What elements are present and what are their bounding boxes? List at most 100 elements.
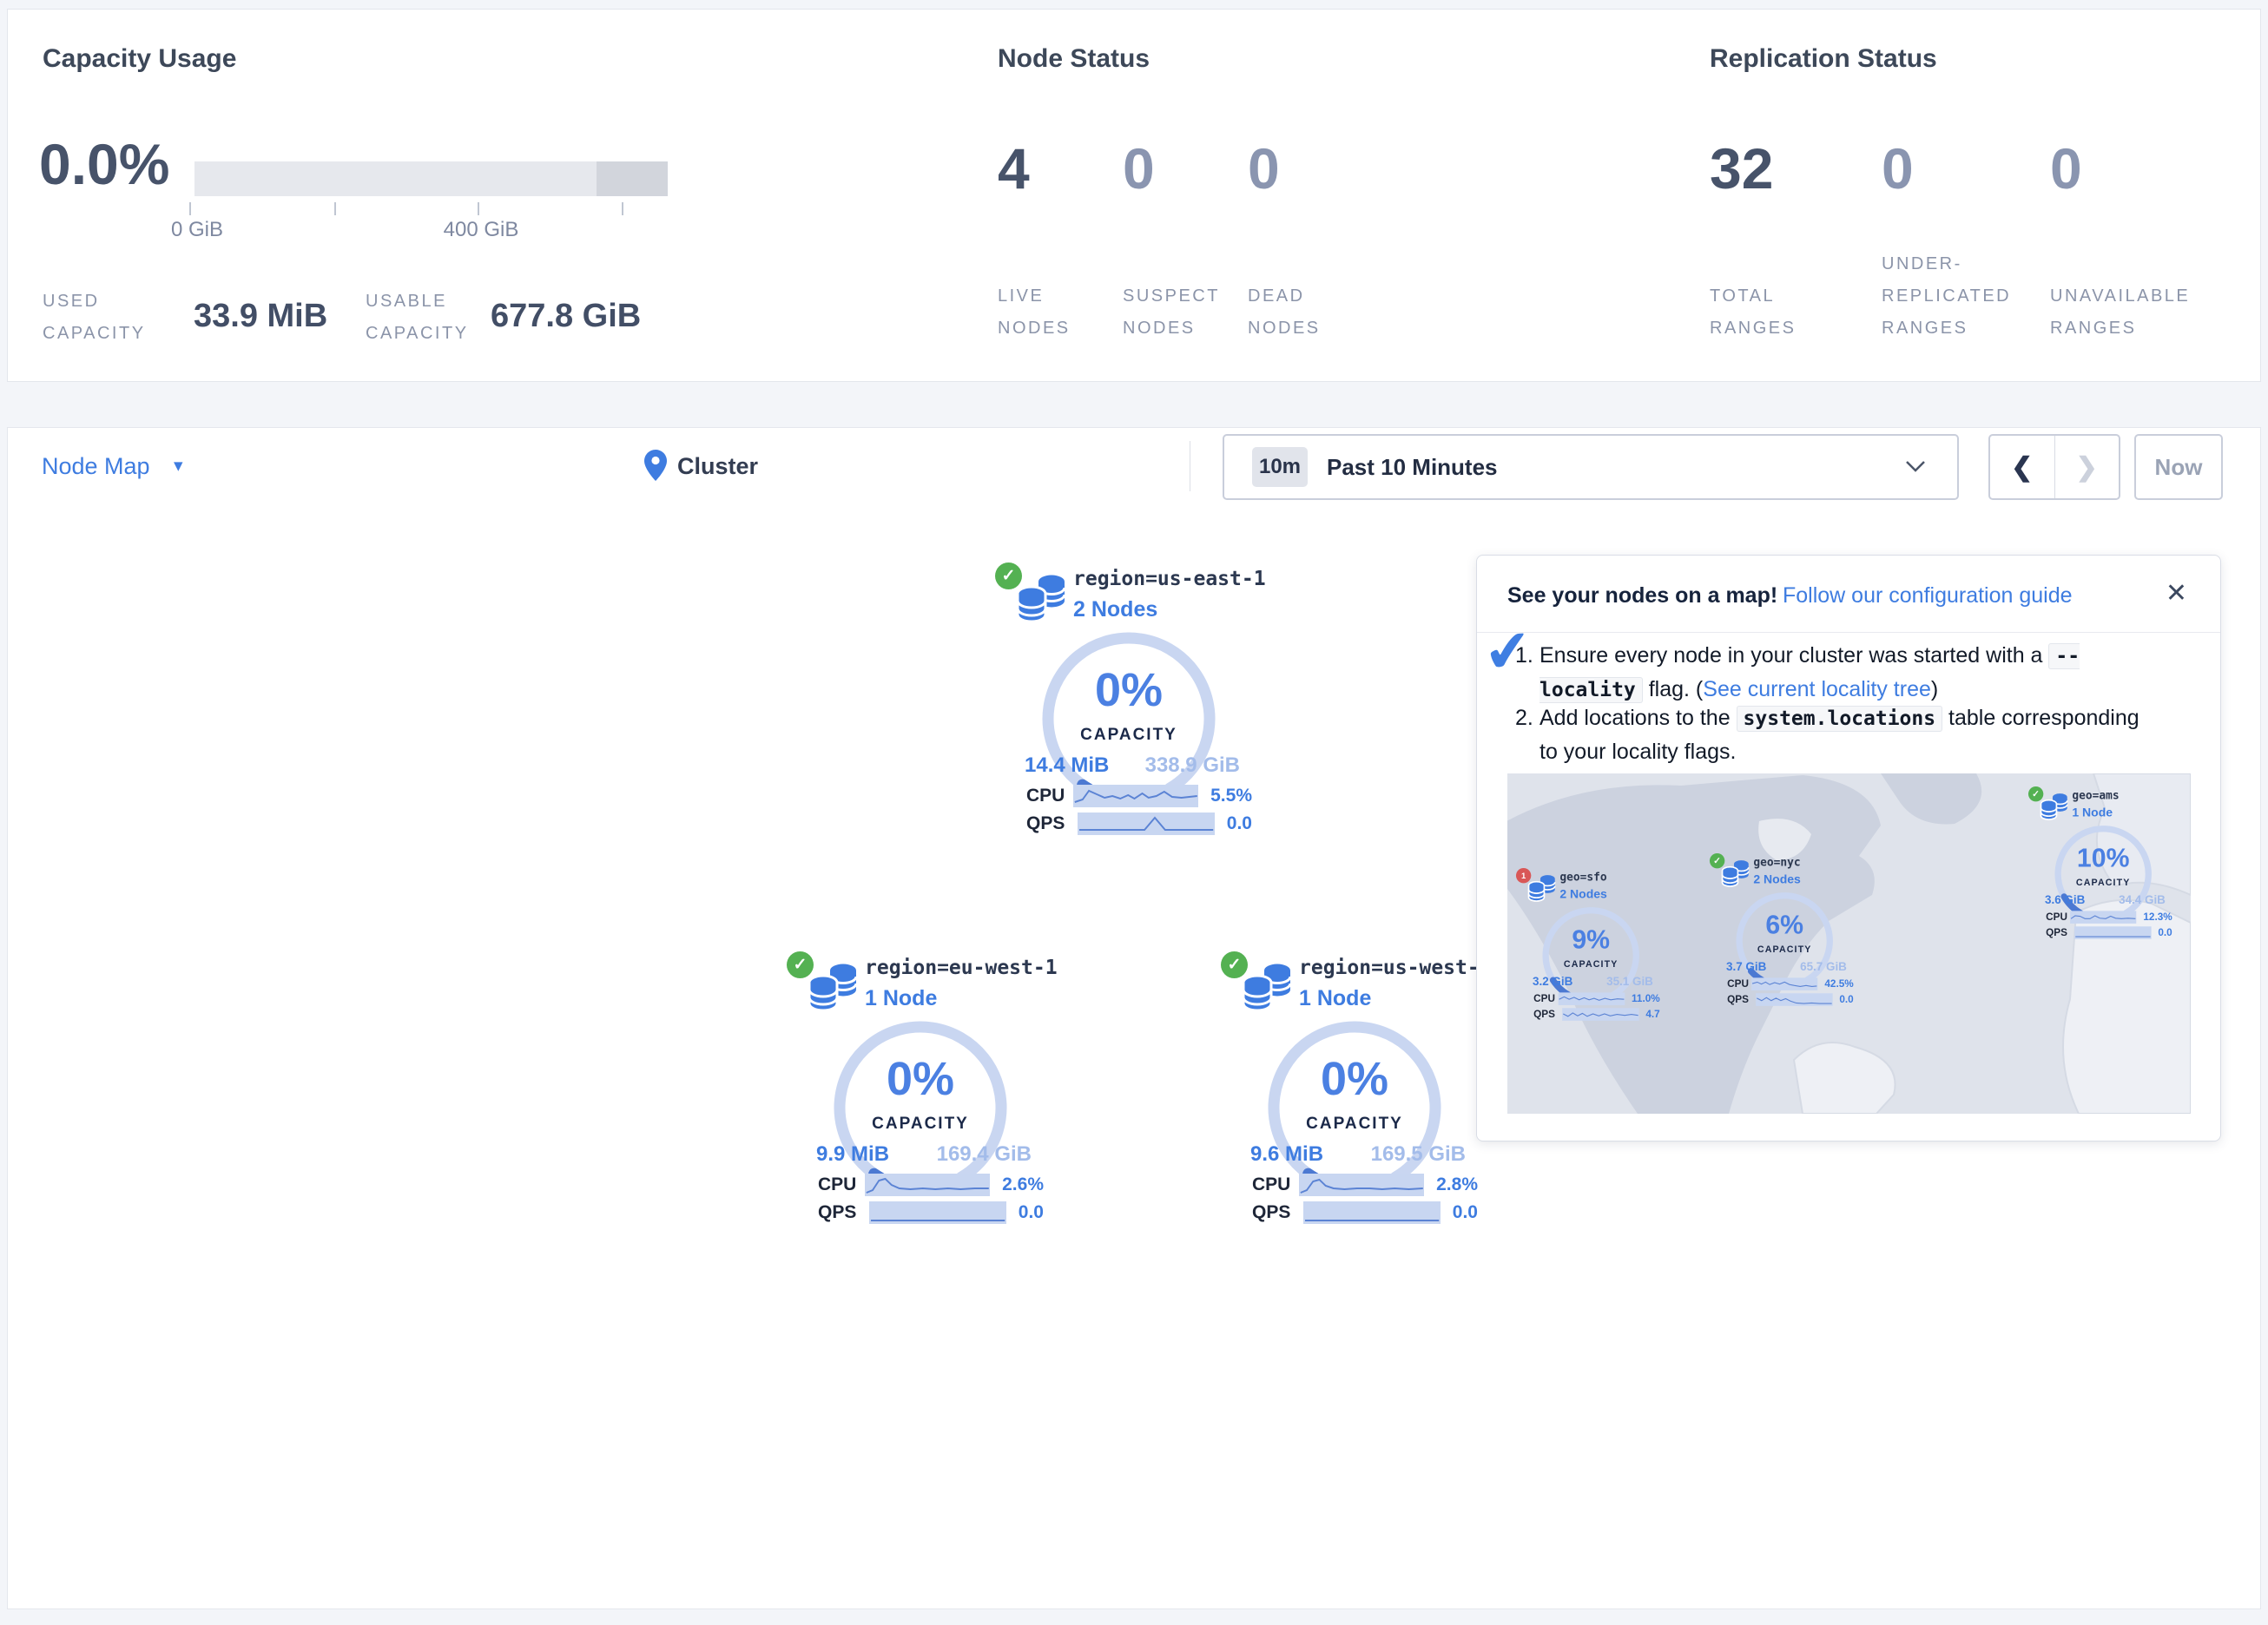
used-capacity: 14.4 MiB	[1025, 753, 1109, 778]
region-label: region=us-west-1	[1299, 957, 1492, 979]
replication-status-title: Replication Status	[1710, 44, 1937, 74]
capacity-label: CAPACITY	[2054, 878, 2152, 888]
region-nodes-link[interactable]: 1 Node	[1299, 986, 1371, 1011]
locality-nodes-link: 2 Nodes	[1753, 872, 1800, 886]
dead-nodes-label: DEAD NODES	[1248, 280, 1321, 345]
cluster-overview-page: Capacity Usage 0.0% 0 GiB 400 GiB USED C…	[0, 0, 2268, 1625]
region-nodes-link[interactable]: 1 Node	[865, 986, 937, 1011]
capacity-bar	[194, 161, 668, 196]
cpu-value: 11.0%	[1632, 993, 1660, 1004]
used-capacity: 9.6 MiB	[1250, 1142, 1323, 1167]
cpu-value: 5.5%	[1210, 786, 1252, 806]
usable-capacity-value: 677.8 GiB	[491, 298, 641, 335]
capacity-percent: 0%	[834, 1052, 1007, 1106]
time-pager: ❮ ❯	[1988, 434, 2120, 500]
axis-tick	[189, 202, 191, 215]
cpu-label: CPU	[1533, 993, 1558, 1004]
total-capacity: 34.4 GiB	[2119, 893, 2166, 907]
axis-tick-label: 400 GiB	[444, 218, 519, 242]
example-world-map: 1 geo=sfo 2 Nodes 9% CAPACITY 3.2 GiB 35…	[1507, 773, 2191, 1114]
live-nodes-count: 4	[998, 140, 1030, 197]
qps-label: QPS	[2046, 927, 2074, 938]
cpu-sparkline	[2070, 911, 2136, 924]
chevron-down-icon	[1905, 460, 1926, 472]
qps-label: QPS	[1252, 1202, 1303, 1223]
database-stack-icon	[1014, 573, 1070, 628]
database-stack-icon	[2039, 793, 2070, 824]
qps-value: 0.0	[2158, 927, 2172, 938]
capacity-label: CAPACITY	[1042, 726, 1216, 745]
total-capacity: 35.1 GiB	[1606, 975, 1653, 989]
capacity-percent: 0%	[1042, 663, 1216, 717]
configuration-guide-link[interactable]: Follow our configuration guide	[1783, 583, 2073, 609]
locality-nodes-link: 2 Nodes	[1559, 887, 1606, 901]
capacity-label: CAPACITY	[834, 1115, 1007, 1134]
locality-label: geo=ams	[2072, 789, 2119, 802]
cpu-sparkline	[1751, 977, 1817, 990]
caret-down-icon: ▾	[174, 455, 183, 477]
now-button[interactable]: Now	[2134, 434, 2223, 500]
capacity-gauge	[812, 1021, 1029, 1194]
capacity-gauge	[1246, 1021, 1463, 1194]
capacity-label: CAPACITY	[1542, 959, 1639, 970]
locality-label: geo=nyc	[1753, 856, 1800, 869]
capacity-label: CAPACITY	[1736, 944, 1833, 955]
popup-divider	[1477, 632, 2220, 633]
live-nodes-label: LIVE NODES	[998, 280, 1071, 345]
qps-value: 0.0	[1227, 813, 1252, 834]
nodes-on-map-popup: See your nodes on a map! Follow our conf…	[1476, 555, 2221, 1141]
region-label: region=eu-west-1	[865, 957, 1058, 979]
popup-title: See your nodes on a map!	[1507, 583, 1777, 609]
capacity-gauge	[1530, 907, 1652, 1004]
breadcrumb-cluster[interactable]: Cluster	[677, 453, 758, 480]
region-nodes-link[interactable]: 2 Nodes	[1073, 597, 1157, 622]
cpu-label: CPU	[2046, 911, 2070, 923]
step-text: Ensure every node in your cluster was st…	[1539, 643, 2048, 668]
total-capacity: 65.7 GiB	[1800, 960, 1847, 974]
locality-tree-link[interactable]: See current locality tree	[1703, 677, 1931, 701]
capacity-usage-title: Capacity Usage	[43, 44, 236, 74]
database-stack-icon	[806, 962, 861, 1017]
cpu-label: CPU	[1026, 786, 1073, 806]
locality-label: geo=sfo	[1559, 871, 1606, 884]
qps-sparkline	[869, 1201, 1006, 1224]
axis-tick	[334, 202, 336, 215]
popup-step-2: 2. Add locations to the system.locations…	[1539, 701, 2158, 768]
unavailable-ranges-label: UNAVAILABLE RANGES	[2050, 280, 2190, 345]
time-range-dropdown[interactable]: 10m Past 10 Minutes	[1223, 434, 1959, 500]
time-forward-button[interactable]: ❯	[2055, 436, 2120, 498]
capacity-percent: 0%	[1268, 1052, 1441, 1106]
total-ranges-label: TOTAL RANGES	[1710, 280, 1796, 345]
mini-node-geo-ams: ✓ geo=ams 1 Node 10% CAPACITY 3.6 GiB 34…	[2021, 786, 2191, 947]
close-icon[interactable]: ✕	[2166, 578, 2187, 609]
capacity-gauge	[2042, 826, 2164, 923]
time-range-label: Past 10 Minutes	[1327, 454, 1498, 481]
region-node-us-west-1: ✓ region=us-west-1 1 Node 0% CAPACITY 9.…	[1207, 951, 1511, 1238]
step-text: flag. (	[1643, 677, 1703, 701]
node-status-title: Node Status	[998, 44, 1150, 74]
step-text: )	[1931, 677, 1938, 701]
view-selector-node-map[interactable]: Node Map	[42, 453, 150, 480]
axis-tick-label: 0 GiB	[171, 218, 223, 242]
qps-sparkline	[1078, 812, 1215, 835]
mini-node-geo-sfo: 1 geo=sfo 2 Nodes 9% CAPACITY 3.2 GiB 35…	[1508, 868, 1678, 1029]
cpu-sparkline	[865, 1174, 991, 1196]
step-text: Add locations to the	[1539, 706, 1737, 730]
cpu-sparkline	[1559, 992, 1625, 1005]
total-capacity: 338.9 GiB	[1145, 753, 1240, 778]
qps-label: QPS	[818, 1202, 869, 1223]
axis-tick	[478, 202, 479, 215]
time-back-button[interactable]: ❮	[1990, 436, 2055, 498]
capacity-percent: 10%	[2054, 843, 2152, 873]
stats-panel: Capacity Usage 0.0% 0 GiB 400 GiB USED C…	[7, 9, 2261, 382]
unavailable-ranges-count: 0	[2050, 140, 2082, 197]
cpu-value: 2.8%	[1436, 1174, 1478, 1195]
qps-label: QPS	[1727, 994, 1756, 1005]
under-replicated-count: 0	[1882, 140, 1914, 197]
region-node-us-east-1: ✓ region=us-east-1 2 Nodes 0% CAPACITY 1…	[981, 562, 1285, 849]
cpu-sparkline	[1299, 1174, 1425, 1196]
used-capacity: 3.2 GiB	[1533, 975, 1572, 989]
qps-value: 0.0	[1019, 1202, 1044, 1223]
used-capacity: 3.6 GiB	[2045, 893, 2085, 907]
qps-value: 0.0	[1453, 1202, 1478, 1223]
